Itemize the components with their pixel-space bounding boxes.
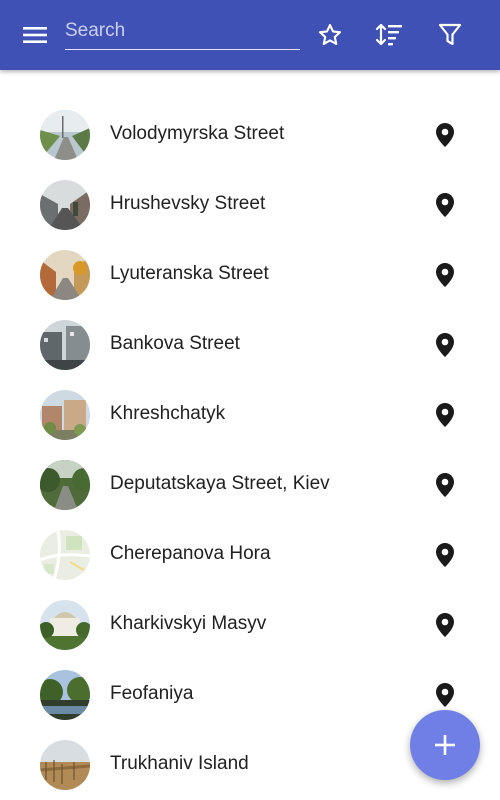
thumbnail-image [40,390,90,440]
thumbnail-image [40,320,90,370]
favorites-button[interactable] [315,20,345,50]
add-icon [435,735,455,755]
show-on-map-button[interactable] [434,471,456,499]
item-label: Feofaniya [110,683,194,704]
thumbnail-image [40,250,90,300]
thumbnail-image [40,460,90,510]
thumbnail-image [40,180,90,230]
thumbnail-image [40,530,90,580]
location-pin-icon [436,403,454,427]
filter-button[interactable] [435,20,465,50]
show-on-map-button[interactable] [434,191,456,219]
location-pin-icon [436,543,454,567]
item-label: Lyuteranska Street [110,263,269,284]
list-item[interactable]: Cherepanova Hora [0,520,500,590]
location-pin-icon [436,193,454,217]
location-pin-icon [436,613,454,637]
show-on-map-button[interactable] [434,261,456,289]
list-item[interactable]: Khreshchatyk [0,380,500,450]
item-label: Deputatskaya Street, Kiev [110,473,330,494]
filter-icon [438,23,462,46]
menu-icon [23,27,47,43]
list-item[interactable]: Kharkivskyi Masyv [0,590,500,660]
list-item[interactable]: Lyuteranska Street [0,240,500,310]
star-outline-icon [318,23,342,46]
places-list: Volodymyrska Street Hrushevsky Street Ly… [0,100,500,800]
show-on-map-button[interactable] [434,121,456,149]
show-on-map-button[interactable] [434,611,456,639]
search-input[interactable] [65,14,300,48]
item-label: Khreshchatyk [110,403,226,424]
app-screen: Volodymyrska Street Hrushevsky Street [0,0,500,800]
location-pin-icon [436,333,454,357]
list-item[interactable]: Volodymyrska Street [0,100,500,170]
location-pin-icon [436,263,454,287]
thumbnail-image [40,670,90,720]
location-pin-icon [436,683,454,707]
list-item[interactable]: Hrushevsky Street [0,170,500,240]
thumbnail-image [40,600,90,650]
show-on-map-button[interactable] [434,401,456,429]
menu-button[interactable] [18,20,52,50]
search-field [65,14,300,50]
list-item[interactable]: Deputatskaya Street, Kiev [0,450,500,520]
top-app-bar [0,0,500,70]
list-item[interactable]: Bankova Street [0,310,500,380]
item-label: Volodymyrska Street [110,123,285,144]
show-on-map-button[interactable] [434,541,456,569]
thumbnail-image [40,110,90,160]
location-pin-icon [436,473,454,497]
sort-icon [375,23,402,46]
add-button[interactable] [410,710,480,780]
sort-button[interactable] [374,20,404,50]
show-on-map-button[interactable] [434,681,456,709]
item-label: Hrushevsky Street [110,193,266,214]
thumbnail-image [40,740,90,790]
show-on-map-button[interactable] [434,331,456,359]
location-pin-icon [436,123,454,147]
item-label: Trukhaniv Island [110,753,249,774]
item-label: Bankova Street [110,333,240,354]
item-label: Kharkivskyi Masyv [110,613,267,634]
item-label: Cherepanova Hora [110,543,271,564]
